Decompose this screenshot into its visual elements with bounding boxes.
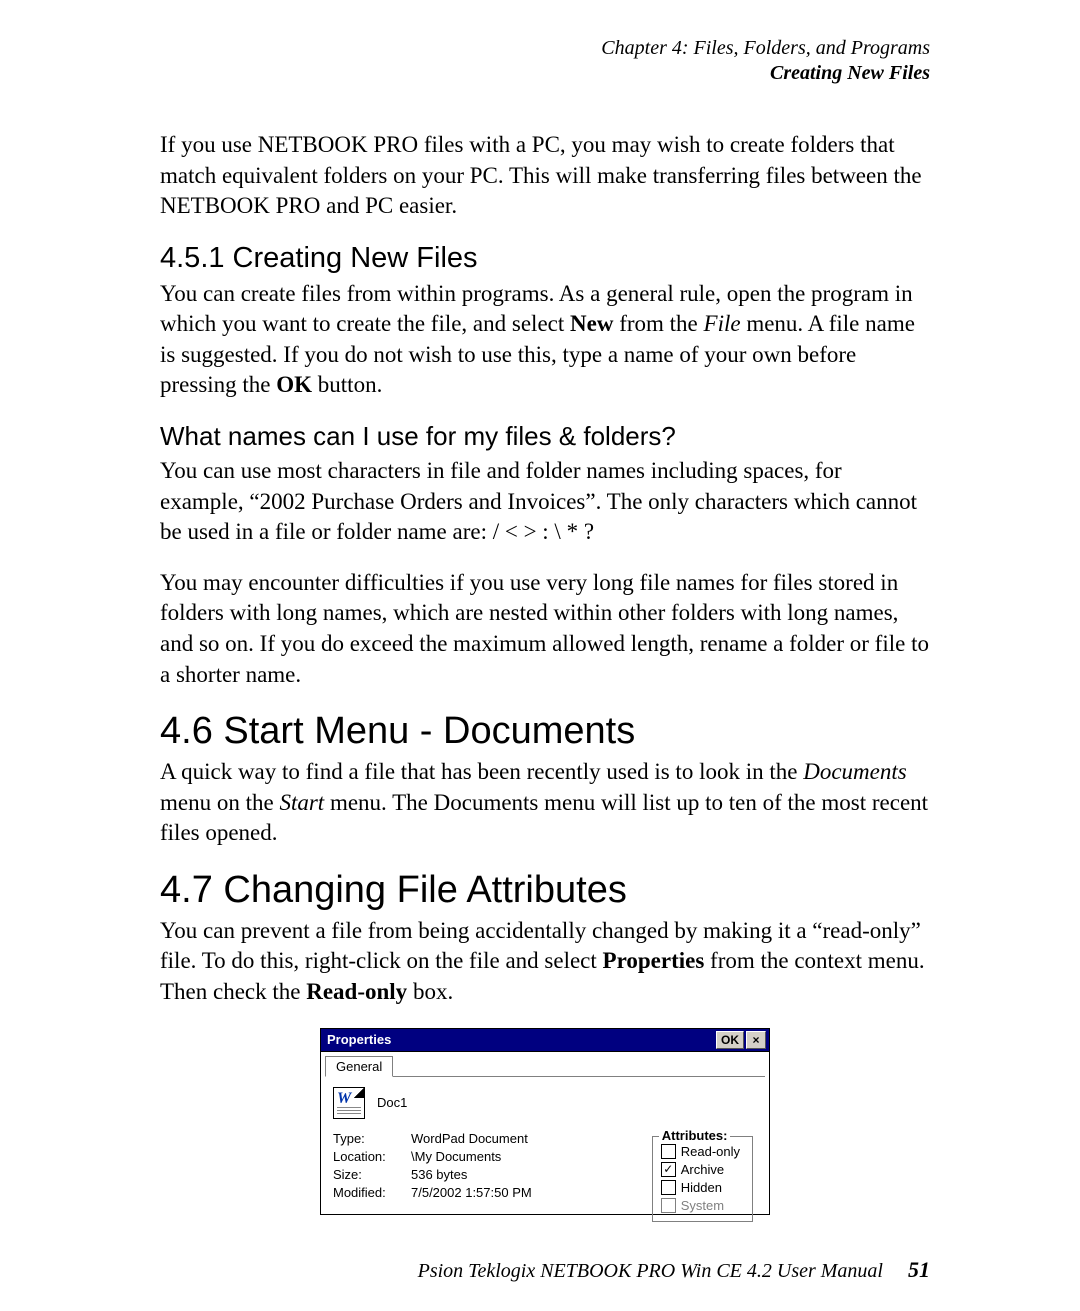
label-location: Location: — [333, 1149, 411, 1164]
footer-text: Psion Teklogix NETBOOK PRO Win CE 4.2 Us… — [418, 1260, 883, 1283]
text-ok: OK — [276, 372, 312, 397]
dialog-body: General W Doc1 Type: WordPad Document Lo… — [320, 1052, 770, 1215]
text: box. — [407, 979, 453, 1004]
checkbox-readonly[interactable] — [661, 1144, 676, 1159]
text-properties: Properties — [603, 948, 705, 973]
checkbox-readonly-row[interactable]: Read-only — [661, 1143, 740, 1161]
properties-dialog: Properties OK × General W Doc1 Type: Wor… — [320, 1028, 770, 1215]
dialog-titlebar[interactable]: Properties OK × — [320, 1028, 770, 1052]
text-start: Start — [279, 790, 324, 815]
text: A quick way to find a file that has been… — [160, 759, 803, 784]
text: from the — [613, 311, 703, 336]
text: menu on the — [160, 790, 279, 815]
running-head-section: Creating New Files — [160, 62, 930, 85]
para-names-2: You may encounter difficulties if you us… — [160, 568, 930, 690]
label-modified: Modified: — [333, 1185, 411, 1200]
dialog-title-text: Properties — [327, 1032, 391, 1047]
para-4-5-1: You can create files from within program… — [160, 279, 930, 401]
heading-4-5-1: 4.5.1 Creating New Files — [160, 242, 930, 275]
page: Chapter 4: Files, Folders, and Programs … — [0, 0, 1080, 1311]
label-size: Size: — [333, 1167, 411, 1182]
text-file: File — [704, 311, 741, 336]
text-readonly: Read-only — [306, 979, 407, 1004]
attributes-group: Attributes: Read-only ✓ Archive Hidden S… — [652, 1136, 753, 1222]
para-4-6: A quick way to find a file that has been… — [160, 757, 930, 849]
para-4-7: You can prevent a file from being accide… — [160, 916, 930, 1008]
intro-paragraph: If you use NETBOOK PRO files with a PC, … — [160, 130, 930, 222]
filename-text: Doc1 — [377, 1095, 407, 1110]
checkbox-hidden-row[interactable]: Hidden — [661, 1179, 740, 1197]
checkbox-archive[interactable]: ✓ — [661, 1162, 676, 1177]
tab-general[interactable]: General — [325, 1056, 393, 1077]
checkbox-archive-row[interactable]: ✓ Archive — [661, 1161, 740, 1179]
checkbox-system-row: System — [661, 1197, 740, 1215]
heading-4-6: 4.6 Start Menu - Documents — [160, 710, 930, 753]
text-documents: Documents — [803, 759, 906, 784]
para-names-1: You can use most characters in file and … — [160, 456, 930, 548]
running-head-chapter: Chapter 4: Files, Folders, and Programs — [160, 35, 930, 62]
page-footer: Psion Teklogix NETBOOK PRO Win CE 4.2 Us… — [160, 1257, 930, 1283]
label-readonly: Read-only — [681, 1143, 740, 1161]
document-icon: W — [333, 1087, 365, 1119]
text-new: New — [570, 311, 613, 336]
checkbox-hidden[interactable] — [661, 1180, 676, 1195]
file-header-row: W Doc1 — [333, 1087, 757, 1119]
page-number: 51 — [908, 1257, 930, 1283]
checkbox-system — [661, 1198, 676, 1213]
attributes-legend: Attributes: — [659, 1128, 731, 1143]
label-type: Type: — [333, 1131, 411, 1146]
text: button. — [312, 372, 382, 397]
close-button[interactable]: × — [746, 1031, 766, 1049]
heading-filenames-question: What names can I use for my files & fold… — [160, 421, 930, 452]
label-system: System — [681, 1197, 724, 1215]
ok-button[interactable]: OK — [716, 1031, 744, 1049]
label-hidden: Hidden — [681, 1179, 722, 1197]
label-archive: Archive — [681, 1161, 724, 1179]
heading-4-7: 4.7 Changing File Attributes — [160, 869, 930, 912]
